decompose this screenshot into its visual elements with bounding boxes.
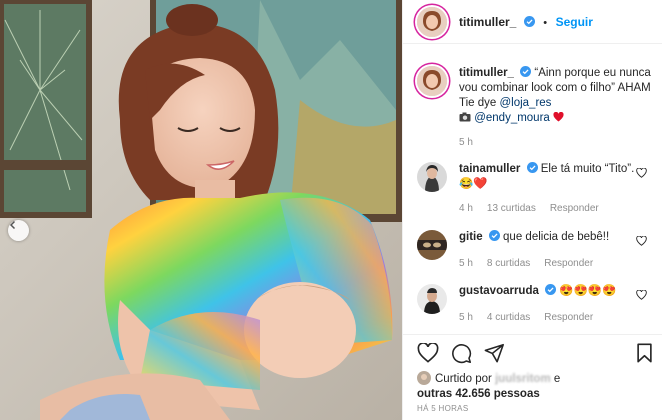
header-separator: • [543, 16, 548, 29]
likes-count[interactable]: outras 42.656 pessoas [417, 388, 540, 400]
previous-photo-button[interactable] [8, 220, 29, 241]
camera-icon [459, 112, 471, 122]
comment-text: Ele tá muito “Tito”. [537, 163, 635, 175]
comment-likes-count[interactable]: 4 curtidas [487, 310, 530, 325]
comment-body: tainamuller Ele tá muito “Tito”. 😂❤️ 4 h… [459, 162, 657, 216]
comment-avatar[interactable] [417, 230, 447, 260]
comment-time: 4 h [459, 203, 473, 214]
comment-username[interactable]: tainamuller [459, 163, 520, 175]
caption-body: titimuller_ “Ainn porque eu nunca vou co… [459, 66, 657, 150]
verified-icon [545, 284, 557, 295]
verified-icon [488, 230, 500, 241]
caption: titimuller_ “Ainn porque eu nunca vou co… [417, 66, 657, 150]
comment-meta: 5 h 8 curtidas Responder [459, 256, 657, 271]
comment-avatar[interactable] [417, 162, 447, 192]
save-button[interactable] [636, 343, 653, 368]
caption-mention-endy[interactable]: @endy_moura [474, 112, 550, 124]
comment-username[interactable]: gitie [459, 231, 483, 243]
comment-text: 😍😍😍😍 [556, 285, 617, 297]
caption-username[interactable]: titimuller_ [459, 67, 514, 79]
liked-by-user[interactable]: juulsritom [495, 373, 551, 385]
verified-icon [523, 15, 535, 27]
post-timestamp: HÁ 5 HORAS [417, 404, 469, 413]
caption-avatar[interactable] [417, 66, 447, 96]
author-avatar[interactable] [417, 6, 447, 37]
post-photo[interactable] [0, 0, 402, 420]
comment-item: gitie que delicia de bebê!! 5 h 8 curtid… [417, 230, 657, 271]
comment-avatar-image [417, 284, 447, 314]
author-avatar-image [417, 6, 447, 37]
comment-avatar[interactable] [417, 284, 447, 314]
comment-likes-count[interactable]: 13 curtidas [487, 201, 536, 216]
comment-likes-count[interactable]: 8 curtidas [487, 256, 530, 271]
liker-avatar-image [417, 371, 431, 385]
red-heart-emoji-icon [553, 111, 564, 122]
caption-time: 5 h [459, 137, 473, 148]
chevron-left-icon [9, 220, 16, 230]
comment-text: que delicia de bebê!! [499, 231, 610, 243]
verified-icon [526, 162, 538, 173]
comment-item: gustavoarruda 😍😍😍😍 5 h 4 curtidas Respon… [417, 284, 657, 325]
comment-avatar-image [417, 230, 447, 260]
post-panel: titimuller_ • Seguir titimuller_ “Ainn p… [402, 0, 662, 420]
comment-time: 5 h [459, 258, 473, 269]
comment-icon[interactable] [451, 343, 472, 364]
likes-summary: Curtido por juulsritom e outras 42.656 p… [417, 371, 657, 402]
heart-icon[interactable] [636, 290, 647, 300]
liked-by-connector: e [550, 373, 561, 385]
post-header: titimuller_ • Seguir [403, 0, 662, 44]
comment-username[interactable]: gustavoarruda [459, 285, 539, 297]
heart-icon[interactable] [636, 236, 647, 246]
liker-avatar[interactable] [417, 371, 431, 385]
bookmark-icon [637, 343, 652, 363]
action-icons [417, 343, 505, 364]
comment-meta: 5 h 4 curtidas Responder [459, 310, 657, 325]
like-heart-icon[interactable] [417, 343, 439, 363]
comment-body: gitie que delicia de bebê!! 5 h 8 curtid… [459, 230, 657, 271]
liked-by-prefix: Curtido por [435, 373, 496, 385]
comments-list[interactable]: titimuller_ “Ainn porque eu nunca vou co… [403, 48, 662, 334]
comment-meta: 4 h 13 curtidas Responder [459, 201, 657, 216]
heart-icon[interactable] [636, 168, 647, 178]
share-icon[interactable] [484, 343, 505, 363]
author-username[interactable]: titimuller_ [459, 15, 516, 29]
caption-mention-loja[interactable]: @loja_res [499, 97, 551, 109]
comment-item: tainamuller Ele tá muito “Tito”. 😂❤️ 4 h… [417, 162, 657, 216]
reply-button[interactable]: Responder [544, 256, 593, 271]
verified-icon [520, 66, 532, 77]
caption-meta: 5 h [459, 135, 657, 150]
comment-emoji: 😂❤️ [459, 178, 488, 190]
comment-time: 5 h [459, 312, 473, 323]
photo-illustration [0, 0, 402, 420]
caption-avatar-image [417, 66, 447, 96]
reply-button[interactable]: Responder [550, 201, 599, 216]
comment-avatar-image [417, 162, 447, 192]
reply-button[interactable]: Responder [544, 310, 593, 325]
follow-button[interactable]: Seguir [556, 15, 593, 29]
comment-body: gustavoarruda 😍😍😍😍 5 h 4 curtidas Respon… [459, 284, 657, 325]
